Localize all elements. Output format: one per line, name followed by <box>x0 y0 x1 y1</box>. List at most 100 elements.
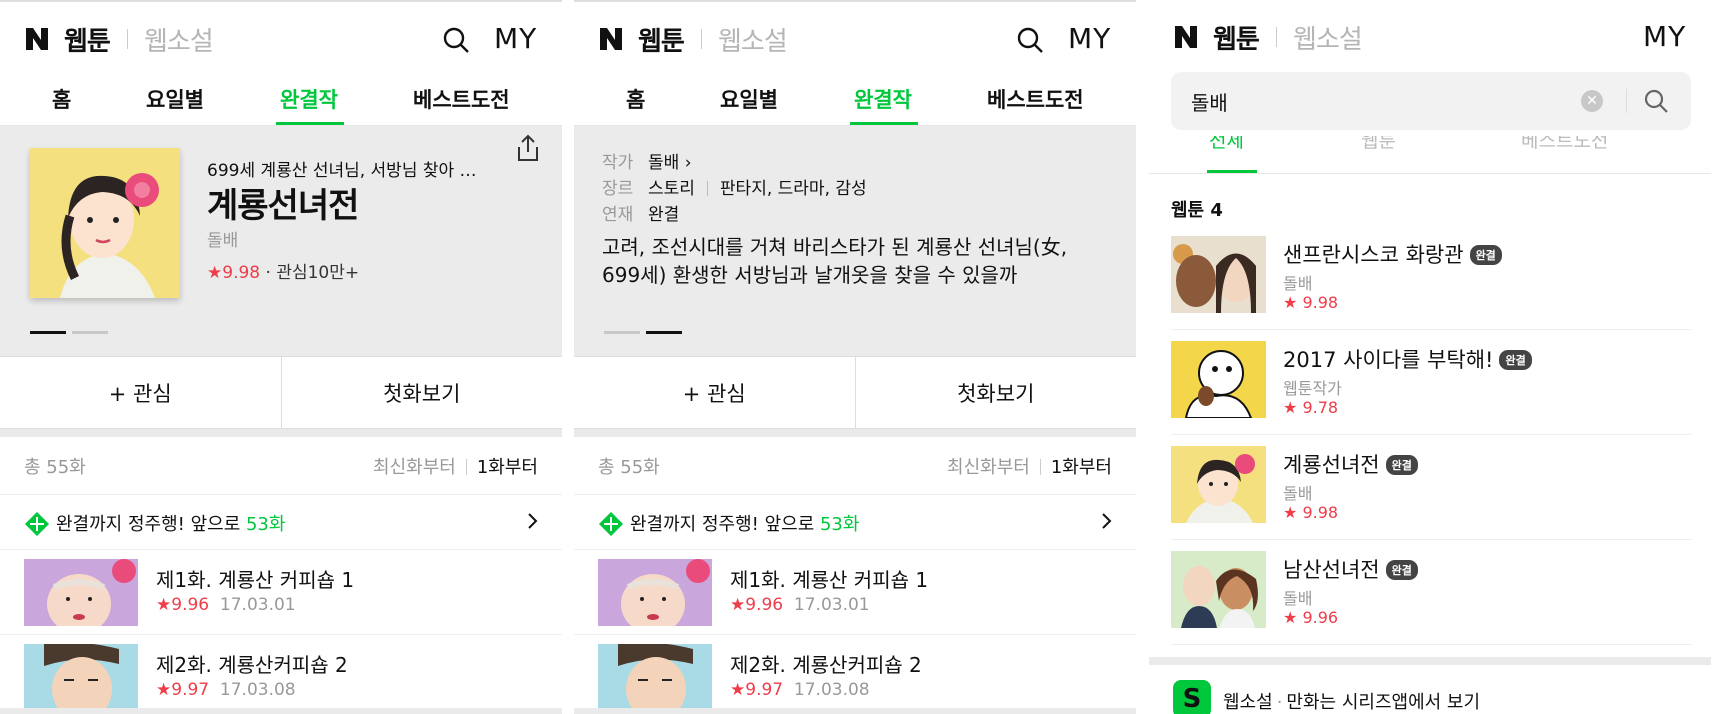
result-author: 돌배 <box>1283 589 1313 608</box>
follow-button[interactable]: + 관심 <box>0 357 281 428</box>
naver-logo-icon[interactable] <box>24 26 50 52</box>
sort-first[interactable]: 1화부터 <box>477 457 538 478</box>
result-title: 남산선녀전 완결 <box>1283 554 1418 584</box>
section-gap <box>574 429 1136 437</box>
naver-logo-icon[interactable] <box>1173 24 1199 50</box>
header-tab-webnovel[interactable]: 웹소설 <box>718 21 788 58</box>
share-icon[interactable] <box>515 134 541 162</box>
series-rating: ★9.98 · 관심10만+ <box>207 258 359 283</box>
header-title-webtoon[interactable]: 웹툰 <box>64 21 111 58</box>
episode-row[interactable]: 제2화. 계룡산커피숍 2 ★9.97 17.03.08 <box>0 635 562 714</box>
search-tab-webtoon[interactable]: 웹툰 <box>1361 136 1396 153</box>
episode-title: 제2화. 계룡산커피숍 2 <box>730 653 922 677</box>
carousel-dot-active[interactable] <box>30 331 66 334</box>
screen-search-results: 웹툰 웹소설 MY 돌배 ✕ 전체 웹툰 베스트도전 웹툰 4 샌프란시스코 화… <box>1149 0 1711 714</box>
episode-title: 제2화. 계룡산커피숍 2 <box>156 653 348 677</box>
result-thumbnail <box>1171 446 1266 523</box>
tab-best-challenge[interactable]: 베스트도전 <box>987 84 1084 114</box>
search-result-item[interactable]: 계룡선녀전 완결 돌배 ★ 9.98 <box>1171 435 1691 540</box>
header-title-webtoon[interactable]: 웹툰 <box>638 21 685 58</box>
header: 웹툰 웹소설 MY <box>574 2 1136 74</box>
search-tab-best-challenge[interactable]: 베스트도전 <box>1521 136 1608 153</box>
episode-title: 제1화. 계룡산 커피숍 1 <box>730 568 929 592</box>
carousel-dot[interactable] <box>72 331 108 334</box>
search-tab-all[interactable]: 전체 <box>1209 136 1244 153</box>
clear-icon[interactable]: ✕ <box>1581 90 1603 112</box>
episode-thumbnail <box>598 644 712 711</box>
search-icon[interactable] <box>1643 88 1669 114</box>
tab-home[interactable]: 홈 <box>626 84 645 114</box>
active-tab-indicator <box>850 122 918 125</box>
sort-options: 최신화부터 1화부터 <box>947 453 1112 479</box>
episode-row[interactable]: 제1화. 계룡산 커피숍 1 ★9.96 17.03.01 <box>0 550 562 635</box>
result-title: 2017 사이다를 부탁해! 완결 <box>1283 344 1532 374</box>
search-tabs: 전체 웹툰 베스트도전 <box>1149 136 1711 174</box>
tab-completed[interactable]: 완결작 <box>280 84 338 114</box>
follow-button[interactable]: + 관심 <box>574 357 855 428</box>
chevron-right-icon <box>1102 513 1112 529</box>
episode-row[interactable]: 제1화. 계룡산 커피숍 1 ★9.96 17.03.01 <box>574 550 1136 635</box>
result-rating: ★ 9.98 <box>1283 503 1339 522</box>
search-icon[interactable] <box>442 26 470 54</box>
first-episode-button[interactable]: 첫화보기 <box>280 357 563 428</box>
header-tab-webnovel[interactable]: 웹소설 <box>144 21 214 58</box>
binge-promo[interactable]: 완결까지 정주행! 앞으로 53화 <box>574 495 1136 550</box>
sort-latest[interactable]: 최신화부터 <box>373 457 456 478</box>
bottom-divider <box>0 708 562 714</box>
completed-badge: 완결 <box>1499 350 1532 370</box>
header-title-webtoon[interactable]: 웹툰 <box>1213 19 1260 56</box>
search-divider <box>1626 89 1627 113</box>
episode-list-header: 총 55화 최신화부터 1화부터 <box>0 437 562 495</box>
diamond-icon <box>25 512 49 536</box>
series-app-link[interactable]: 웹소설 · 만화는 시리즈앱에서 보기 <box>1223 688 1480 714</box>
my-button[interactable]: MY <box>1643 20 1686 53</box>
completed-badge: 완결 <box>1469 245 1502 265</box>
episode-list-header: 총 55화 최신화부터 1화부터 <box>574 437 1136 495</box>
section-gap <box>1149 657 1711 665</box>
series-info-panel: 699세 계룡산 선녀님, 서방님 찾아 … 계룡선녀전 돌배 ★9.98 · … <box>0 126 562 356</box>
tab-completed[interactable]: 완결작 <box>854 84 912 114</box>
result-title: 샌프란시스코 화랑관 완결 <box>1283 239 1502 269</box>
tab-best-challenge[interactable]: 베스트도전 <box>413 84 510 114</box>
section-label: 웹툰 4 <box>1171 200 1223 221</box>
header-tab-webnovel[interactable]: 웹소설 <box>1293 19 1363 56</box>
series-thumbnail <box>30 148 180 298</box>
tab-home[interactable]: 홈 <box>52 84 71 114</box>
result-thumbnail <box>1171 341 1266 418</box>
episode-title: 제1화. 계룡산 커피숍 1 <box>156 568 355 592</box>
carousel-dot-active[interactable] <box>646 331 682 334</box>
result-thumbnail <box>1171 551 1266 628</box>
episode-row[interactable]: 제2화. 계룡산커피숍 2 ★9.97 17.03.08 <box>574 635 1136 714</box>
search-result-item[interactable]: 샌프란시스코 화랑관 완결 돌배 ★ 9.98 <box>1171 225 1691 330</box>
series-app-icon[interactable]: S <box>1173 680 1211 714</box>
action-bar: + 관심 첫화보기 <box>574 356 1136 429</box>
episode-meta: ★9.96 17.03.01 <box>156 595 296 615</box>
header: 웹툰 웹소설 MY <box>0 2 562 74</box>
my-button[interactable]: MY <box>1068 22 1111 55</box>
search-icon[interactable] <box>1016 26 1044 54</box>
episode-total: 총 55화 <box>598 457 660 478</box>
search-input[interactable]: 돌배 <box>1191 87 1228 116</box>
tab-weekday[interactable]: 요일별 <box>720 84 778 114</box>
series-author[interactable]: 돌배 <box>207 226 238 251</box>
carousel-indicator <box>30 331 114 350</box>
my-button[interactable]: MY <box>494 22 537 55</box>
series-info-panel: 작가 돌배 › 장르 스토리 판타지, 드라마, 감성 연재 완결 고려, 조선시대를 … <box>574 126 1136 356</box>
sort-latest[interactable]: 최신화부터 <box>947 457 1030 478</box>
naver-logo-icon[interactable] <box>598 26 624 52</box>
result-rating: ★ 9.98 <box>1283 293 1339 312</box>
sort-first[interactable]: 1화부터 <box>1051 457 1112 478</box>
carousel-dot[interactable] <box>604 331 640 334</box>
promo-text: 완결까지 정주행! 앞으로 53화 <box>56 514 286 535</box>
binge-promo[interactable]: 완결까지 정주행! 앞으로 53화 <box>0 495 562 550</box>
first-episode-button[interactable]: 첫화보기 <box>854 357 1137 428</box>
header-separator <box>701 29 702 49</box>
tab-weekday[interactable]: 요일별 <box>146 84 204 114</box>
episode-meta: ★9.97 17.03.08 <box>730 680 870 700</box>
rating-value: 9.98 <box>222 263 261 283</box>
chevron-right-icon: › <box>684 153 692 173</box>
author-link[interactable]: 돌배 <box>648 153 679 173</box>
search-result-item[interactable]: 2017 사이다를 부탁해! 완결 웹툰작가 ★ 9.78 <box>1171 330 1691 435</box>
screen-series-info: 웹툰 웹소설 MY 홈 요일별 완결작 베스트도전 작가 돌배 › 장르 스토리 판타… <box>574 0 1136 714</box>
search-result-item[interactable]: 남산선녀전 완결 돌배 ★ 9.96 <box>1171 540 1691 645</box>
